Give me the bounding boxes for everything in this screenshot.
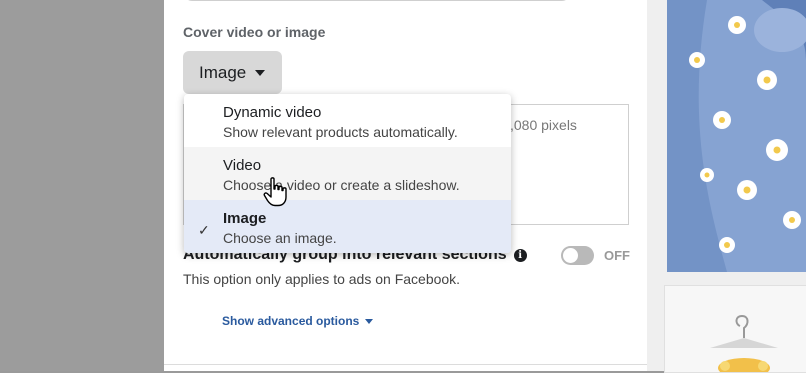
panel-divider [164, 364, 647, 365]
product-image-hanger[interactable] [664, 285, 806, 373]
info-icon[interactable]: i [513, 248, 527, 262]
cover-type-dropdown[interactable]: Image [183, 51, 282, 94]
background-left [0, 0, 164, 371]
menu-item-video[interactable]: Video Choose a video or create a slidesh… [184, 147, 511, 200]
toggle-knob [563, 248, 578, 263]
dress-photo-graphic [667, 0, 806, 272]
hanger-photo-graphic [665, 286, 806, 372]
menu-item-dynamic-video[interactable]: Dynamic video Show relevant products aut… [184, 94, 511, 147]
caret-down-icon [365, 318, 374, 324]
facebook-only-note: This option only applies to ads on Faceb… [183, 271, 461, 287]
menu-item-title: Image [223, 210, 267, 227]
image-size-hint: ,080 pixels [510, 117, 577, 133]
top-input-field[interactable] [184, 0, 570, 1]
menu-item-title: Dynamic video [223, 104, 322, 121]
menu-item-description: Show relevant products automatically. [223, 124, 458, 140]
dropdown-value: Image [199, 62, 247, 82]
menu-item-title: Video [223, 157, 262, 174]
advanced-link-label: Show advanced options [222, 314, 360, 328]
checkmark-icon: ✓ [198, 222, 210, 238]
show-advanced-options-link[interactable]: Show advanced options [222, 314, 374, 328]
auto-group-toggle[interactable] [561, 246, 594, 265]
menu-item-description: Choose an image. [223, 230, 337, 246]
menu-item-image[interactable]: ✓ Image Choose an image. [184, 200, 511, 253]
cover-section-label: Cover video or image [183, 24, 326, 40]
cover-type-menu: Dynamic video Show relevant products aut… [184, 94, 511, 253]
product-image-dress[interactable] [667, 0, 806, 272]
caret-down-icon [255, 69, 266, 76]
toggle-state-label: OFF [604, 248, 630, 263]
hand-pointer-cursor [263, 177, 287, 207]
